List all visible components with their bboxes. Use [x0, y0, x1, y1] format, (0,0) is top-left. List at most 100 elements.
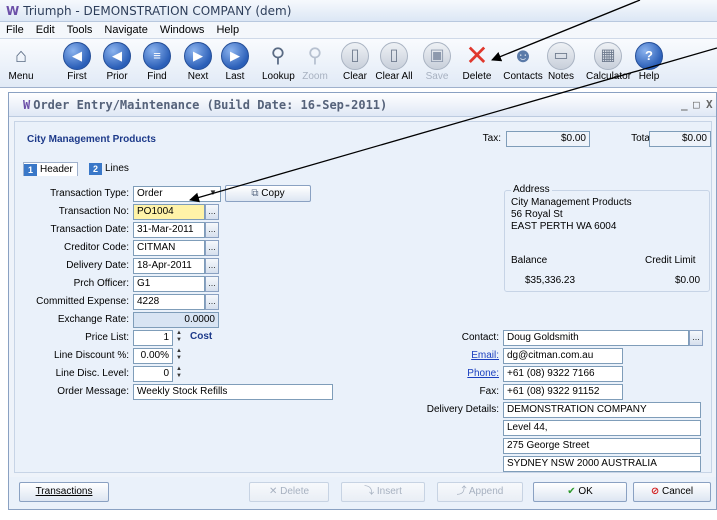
creditor-code-lookup-button[interactable]: ...: [205, 240, 219, 256]
price-list-spinner[interactable]: ▲ ▼: [174, 330, 184, 346]
delete-line-button[interactable]: ✕ Delete: [249, 482, 329, 502]
maximize-button[interactable]: □: [693, 93, 700, 117]
clear-button[interactable]: ▯ Clear: [340, 42, 370, 86]
creditor-code-field[interactable]: CITMAN: [133, 240, 205, 256]
help-button[interactable]: ? Help: [634, 42, 664, 86]
insert-line-button[interactable]: ⤵ Insert: [341, 482, 425, 502]
copy-button[interactable]: ⧉ Copy: [225, 185, 311, 202]
balance-value: $35,336.23: [525, 275, 576, 286]
fax-label: Fax:: [479, 386, 499, 397]
menu-navigate[interactable]: Navigate: [98, 22, 153, 38]
tax-label: Tax:: [482, 133, 501, 144]
line-disc-level-spinner[interactable]: ▲ ▼: [174, 366, 184, 382]
first-record-icon: ◀: [63, 42, 91, 70]
last-button[interactable]: ▶ Last: [220, 42, 250, 86]
line-discount-spinner[interactable]: ▲ ▼: [174, 348, 184, 364]
window-title: Order Entry/Maintenance (Build Date: 16-…: [33, 98, 388, 112]
delivery-details-label: Delivery Details:: [426, 404, 499, 415]
committed-expense-lookup-button[interactable]: ...: [205, 294, 219, 310]
price-list-label: Price List:: [85, 332, 129, 343]
contacts-button[interactable]: ☻ Contacts: [502, 42, 544, 86]
address-line-3: EAST PERTH WA 6004: [511, 221, 617, 232]
line-disc-level-field[interactable]: 0: [133, 366, 173, 382]
clear-all-button[interactable]: ▯ Clear All: [374, 42, 414, 86]
menu-windows[interactable]: Windows: [154, 22, 211, 38]
prch-officer-lookup-button[interactable]: ...: [205, 276, 219, 292]
email-link[interactable]: Email:: [471, 350, 499, 361]
contact-field[interactable]: Doug Goldsmith: [503, 330, 689, 346]
checkmark-icon: ✔: [567, 486, 579, 497]
prch-officer-field[interactable]: G1: [133, 276, 205, 292]
app-title: Triumph - DEMONSTRATION COMPANY (dem): [23, 4, 292, 18]
dropdown-arrow-icon: ▼: [209, 188, 217, 197]
next-button[interactable]: ▶ Next: [183, 42, 213, 86]
contact-label: Contact:: [461, 332, 499, 343]
exchange-rate-label: Exchange Rate:: [57, 314, 129, 325]
transactions-button[interactable]: Transactions: [19, 482, 109, 502]
transaction-no-lookup-button[interactable]: ...: [205, 204, 219, 220]
prior-button[interactable]: ◀ Prior: [102, 42, 132, 86]
cancel-circle-icon: ⊘: [650, 486, 663, 497]
menu-bar: File Edit Tools Navigate Windows Help: [0, 22, 717, 38]
delivery-date-field[interactable]: 18-Apr-2011: [133, 258, 205, 274]
delivery-date-picker-button[interactable]: ...: [205, 258, 219, 274]
menu-file[interactable]: File: [0, 22, 30, 38]
app-title-bar: W Triumph - DEMONSTRATION COMPANY (dem): [0, 0, 717, 22]
line-disc-level-label: Line Disc. Level:: [55, 368, 129, 379]
menu-help[interactable]: Help: [210, 22, 245, 38]
first-button[interactable]: ◀ First: [62, 42, 92, 86]
tab-header[interactable]: 1 Header: [23, 162, 78, 176]
transaction-date-field[interactable]: 31-Mar-2011: [133, 222, 205, 238]
zoom-button[interactable]: ⚲ Zoom: [300, 42, 330, 86]
address-legend: Address: [511, 184, 552, 196]
credit-limit-label: Credit Limit: [645, 255, 696, 266]
clear-page-icon: ▯: [341, 42, 369, 70]
line-discount-field[interactable]: 0.00%: [133, 348, 173, 364]
contact-lookup-button[interactable]: ...: [689, 330, 703, 346]
transaction-type-select[interactable]: Order: [133, 186, 221, 202]
find-button[interactable]: ≡ Find: [142, 42, 172, 86]
zoom-icon: ⚲: [307, 45, 323, 67]
calculator-button[interactable]: ▦ Calculator: [586, 42, 631, 86]
menu-edit[interactable]: Edit: [30, 22, 61, 38]
tab-lines[interactable]: 2 Lines: [89, 162, 129, 176]
phone-field[interactable]: +61 (08) 9322 7166: [503, 366, 623, 382]
committed-expense-field[interactable]: 4228: [133, 294, 205, 310]
fax-field[interactable]: +61 (08) 9322 91152: [503, 384, 623, 400]
menu-tools[interactable]: Tools: [61, 22, 99, 38]
delivery-line-3[interactable]: 275 George Street: [503, 438, 701, 454]
notes-button[interactable]: ▭ Notes: [546, 42, 576, 86]
delete-button[interactable]: ✕ Delete: [460, 42, 494, 86]
minimize-button[interactable]: _: [681, 93, 688, 117]
transaction-no-field[interactable]: PO1004: [133, 204, 205, 220]
insert-icon: ⤵: [364, 486, 377, 497]
ok-button[interactable]: ✔ OK: [533, 482, 627, 502]
address-group: Address City Management Products 56 Roya…: [504, 184, 710, 292]
transaction-date-label: Transaction Date:: [50, 224, 129, 235]
window-logo-icon: W: [23, 98, 31, 112]
order-message-field[interactable]: Weekly Stock Refills: [133, 384, 333, 400]
lookup-button[interactable]: ⚲ Lookup: [262, 42, 295, 86]
prch-officer-label: Prch Officer:: [73, 278, 129, 289]
order-entry-window: W Order Entry/Maintenance (Build Date: 16…: [8, 92, 717, 510]
tax-value: $0.00: [506, 131, 590, 147]
notes-pad-icon: ▭: [547, 42, 575, 70]
address-line-1: City Management Products: [511, 197, 632, 208]
clear-all-icon: ▯: [380, 42, 408, 70]
email-field[interactable]: dg@citman.com.au: [503, 348, 623, 364]
transaction-date-picker-button[interactable]: ...: [205, 222, 219, 238]
save-button[interactable]: ▣ Save: [422, 42, 452, 86]
floppy-disk-icon: ▣: [423, 42, 451, 70]
menu-button[interactable]: ⌂ Menu: [6, 42, 36, 86]
phone-link[interactable]: Phone:: [467, 368, 499, 379]
help-question-icon: ?: [635, 42, 663, 70]
delivery-line-4[interactable]: SYDNEY NSW 2000 AUSTRALIA: [503, 456, 701, 472]
delivery-line-2[interactable]: Level 44,: [503, 420, 701, 436]
close-button[interactable]: X: [706, 93, 713, 117]
cancel-button[interactable]: ⊘ Cancel: [633, 482, 711, 502]
price-list-field[interactable]: 1: [133, 330, 173, 346]
order-panel: City Management Products Tax: $0.00 Tota…: [14, 121, 712, 473]
delivery-line-1[interactable]: DEMONSTRATION COMPANY: [503, 402, 701, 418]
append-line-button[interactable]: ⤴ Append: [437, 482, 523, 502]
magnifier-icon: ⚲: [270, 45, 286, 67]
